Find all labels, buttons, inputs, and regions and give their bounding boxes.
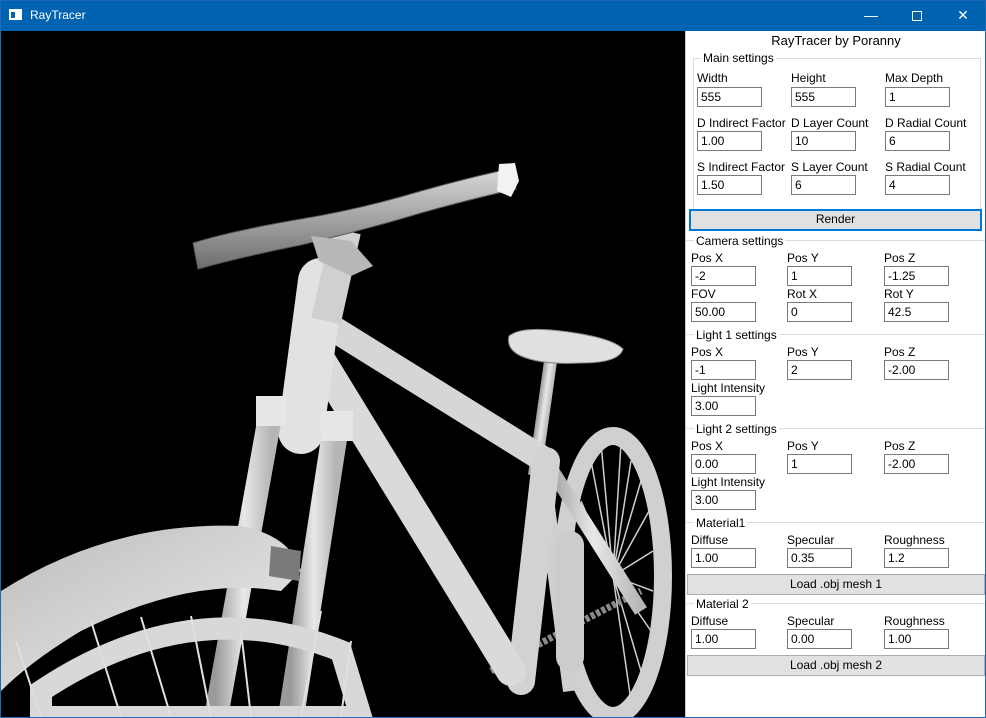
light2-posz-label: Pos Z [884, 439, 916, 453]
width-label: Width [697, 71, 728, 85]
material2-specular-input[interactable] [787, 629, 852, 649]
light2-posy-input[interactable] [787, 454, 852, 474]
maximize-icon [912, 11, 922, 22]
d-radial-label: D Radial Count [885, 116, 967, 130]
height-label: Height [791, 71, 826, 85]
s-indirect-input[interactable] [697, 175, 762, 195]
light2-settings-label: Light 2 settings [694, 422, 779, 436]
render-viewport [1, 31, 685, 717]
material1-roughness-label: Roughness [884, 533, 945, 547]
window-title: RayTracer [30, 8, 86, 22]
settings-panel: RayTracer by Poranny Main settings Width… [685, 31, 986, 717]
maxdepth-input[interactable] [885, 87, 950, 107]
maximize-button[interactable] [894, 0, 940, 31]
d-layer-label: D Layer Count [791, 116, 869, 130]
light2-posx-label: Pos X [691, 439, 724, 453]
material2-diffuse-label: Diffuse [691, 614, 729, 628]
load-mesh1-button[interactable]: Load .obj mesh 1 [687, 574, 985, 595]
rotx-input[interactable] [787, 302, 852, 322]
d-indirect-label: D Indirect Factor [697, 116, 786, 130]
saddle [508, 328, 624, 364]
material2-roughness-label: Roughness [884, 614, 945, 628]
title-bar: RayTracer — ✕ [0, 0, 986, 31]
fov-input[interactable] [691, 302, 756, 322]
main-settings-label: Main settings [701, 51, 776, 65]
d-indirect-input[interactable] [697, 131, 762, 151]
light1-posy-input[interactable] [787, 360, 852, 380]
light1-posx-label: Pos X [691, 345, 724, 359]
close-button[interactable]: ✕ [940, 0, 986, 31]
light1-settings-label: Light 1 settings [694, 328, 779, 342]
material2-diffuse-input[interactable] [691, 629, 756, 649]
light1-intensity-label: Light Intensity [691, 381, 766, 395]
light2-posz-input[interactable] [884, 454, 949, 474]
camera-posz-input[interactable] [884, 266, 949, 286]
light1-posz-input[interactable] [884, 360, 949, 380]
minimize-button[interactable]: — [848, 0, 894, 31]
light2-posx-input[interactable] [691, 454, 756, 474]
material2-roughness-input[interactable] [884, 629, 949, 649]
height-input[interactable] [791, 87, 856, 107]
rendered-image [1, 163, 672, 717]
d-layer-input[interactable] [791, 131, 856, 151]
material1-diffuse-label: Diffuse [691, 533, 729, 547]
light2-intensity-input[interactable] [691, 490, 756, 510]
camera-posy-label: Pos Y [787, 251, 819, 265]
panel-title: RayTracer by Poranny [771, 33, 901, 48]
s-radial-input[interactable] [885, 175, 950, 195]
d-radial-input[interactable] [885, 131, 950, 151]
material1-specular-label: Specular [787, 533, 835, 547]
light1-intensity-input[interactable] [691, 396, 756, 416]
maxdepth-label: Max Depth [885, 71, 944, 85]
camera-posy-input[interactable] [787, 266, 852, 286]
s-radial-label: S Radial Count [885, 160, 966, 174]
roty-input[interactable] [884, 302, 949, 322]
light1-posz-label: Pos Z [884, 345, 916, 359]
app-icon [9, 9, 22, 20]
material1-roughness-input[interactable] [884, 548, 949, 568]
render-button[interactable]: Render [689, 209, 982, 231]
camera-settings-label: Camera settings [694, 234, 786, 248]
light1-posx-input[interactable] [691, 360, 756, 380]
camera-posz-label: Pos Z [884, 251, 916, 265]
s-layer-label: S Layer Count [791, 160, 868, 174]
light1-posy-label: Pos Y [787, 345, 819, 359]
material2-specular-label: Specular [787, 614, 835, 628]
rotx-label: Rot X [787, 287, 818, 301]
s-indirect-label: S Indirect Factor [697, 160, 786, 174]
camera-posx-input[interactable] [691, 266, 756, 286]
light2-posy-label: Pos Y [787, 439, 819, 453]
light2-intensity-label: Light Intensity [691, 475, 766, 489]
fov-label: FOV [691, 287, 716, 301]
width-input[interactable] [697, 87, 762, 107]
material1-specular-input[interactable] [787, 548, 852, 568]
material1-diffuse-input[interactable] [691, 548, 756, 568]
s-layer-input[interactable] [791, 175, 856, 195]
roty-label: Rot Y [884, 287, 914, 301]
camera-posx-label: Pos X [691, 251, 724, 265]
material1-label: Material1 [694, 516, 748, 530]
material2-label: Material 2 [694, 597, 751, 611]
load-mesh2-button[interactable]: Load .obj mesh 2 [687, 655, 985, 676]
